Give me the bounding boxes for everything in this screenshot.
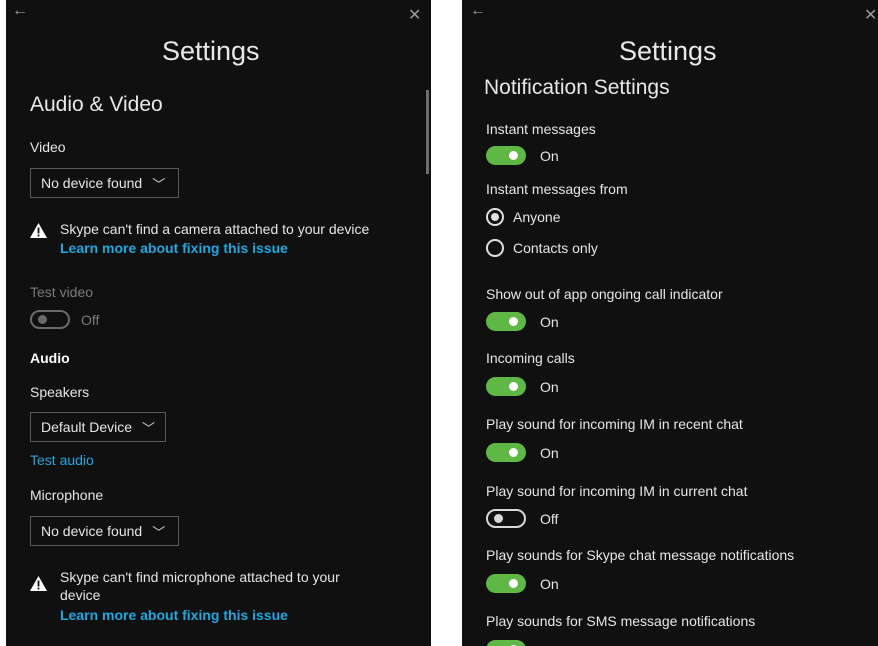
microphone-dropdown[interactable]: No device found ﹀ (30, 516, 179, 546)
speakers-label: Speakers (30, 384, 90, 400)
page-title: Settings (162, 36, 260, 66)
scrollbar[interactable] (426, 90, 429, 174)
incoming-calls-label: Incoming calls (486, 350, 575, 366)
sound-skype-label: Play sounds for Skype chat message notif… (486, 547, 795, 563)
microphone-label: Microphone (30, 487, 104, 503)
test-video-label: Test video (30, 284, 94, 300)
page-title: Settings (619, 36, 717, 66)
sound-sms-label: Play sounds for SMS message notification… (486, 613, 756, 629)
toggle-knob (509, 382, 518, 391)
test-video-state: Off (81, 312, 100, 328)
call-indicator-label: Show out of app ongoing call indicator (486, 286, 723, 302)
radio-contacts-only-label: Contacts only (513, 240, 598, 256)
video-device-value: No device found (41, 175, 143, 191)
sound-current-label: Play sound for incoming IM in current ch… (486, 483, 748, 499)
sound-sms-toggle[interactable] (486, 640, 526, 646)
call-indicator-toggle[interactable] (486, 312, 526, 331)
sound-recent-label: Play sound for incoming IM in recent cha… (486, 416, 743, 432)
mic-warning-line1: Skype can't find microphone attached to … (60, 569, 340, 585)
camera-help-link[interactable]: Learn more about fixing this issue (60, 240, 288, 256)
section-title: Notification Settings (484, 76, 670, 99)
mic-warning-line2: device (60, 587, 101, 603)
sound-skype-state: On (540, 576, 559, 592)
radio-dot (491, 213, 499, 221)
sound-current-toggle[interactable] (486, 509, 526, 528)
toggle-knob (509, 317, 518, 326)
sound-recent-toggle[interactable] (486, 443, 526, 462)
back-arrow-icon[interactable]: ← (12, 2, 28, 20)
radio-anyone[interactable] (486, 208, 504, 226)
incoming-calls-state: On (540, 379, 559, 395)
close-icon[interactable]: ✕ (864, 5, 877, 25)
chevron-down-icon: ﹀ (152, 176, 166, 192)
sound-recent-state: On (540, 445, 559, 461)
incoming-calls-toggle[interactable] (486, 377, 526, 396)
chevron-down-icon: ﹀ (152, 524, 166, 540)
toggle-knob (509, 151, 518, 160)
test-video-toggle[interactable] (30, 310, 70, 329)
toggle-knob (509, 448, 518, 457)
instant-messages-toggle[interactable] (486, 146, 526, 165)
warning-triangle-icon (30, 223, 47, 238)
audio-heading: Audio (30, 350, 70, 366)
mic-help-link[interactable]: Learn more about fixing this issue (60, 607, 288, 623)
warning-triangle-icon (30, 576, 47, 591)
sound-skype-toggle[interactable] (486, 574, 526, 593)
video-device-dropdown[interactable]: No device found ﹀ (30, 168, 179, 198)
radio-contacts-only[interactable] (486, 239, 504, 257)
close-icon[interactable]: ✕ (408, 5, 421, 25)
microphone-device-value: No device found (41, 523, 143, 539)
speakers-dropdown[interactable]: Default Device ﹀ (30, 412, 166, 442)
speakers-device-value: Default Device (41, 419, 133, 435)
back-arrow-icon[interactable]: ← (470, 2, 486, 20)
toggle-knob (494, 514, 503, 523)
audio-video-settings-panel: ← ✕ Settings Audio & Video Video No devi… (6, 0, 431, 646)
sound-current-state: Off (540, 511, 559, 527)
video-label: Video (30, 139, 66, 155)
notification-settings-panel: ← ✕ Settings Notification Settings Insta… (462, 0, 878, 646)
toggle-knob (38, 315, 47, 324)
instant-messages-state: On (540, 148, 559, 164)
instant-messages-label: Instant messages (486, 121, 596, 137)
call-indicator-state: On (540, 314, 559, 330)
section-title: Audio & Video (30, 93, 163, 116)
toggle-knob (509, 579, 518, 588)
test-audio-link[interactable]: Test audio (30, 452, 94, 468)
chevron-down-icon: ﹀ (142, 420, 156, 436)
radio-anyone-label: Anyone (513, 209, 561, 225)
camera-warning-text: Skype can't find a camera attached to yo… (60, 221, 370, 237)
im-from-label: Instant messages from (486, 181, 628, 197)
